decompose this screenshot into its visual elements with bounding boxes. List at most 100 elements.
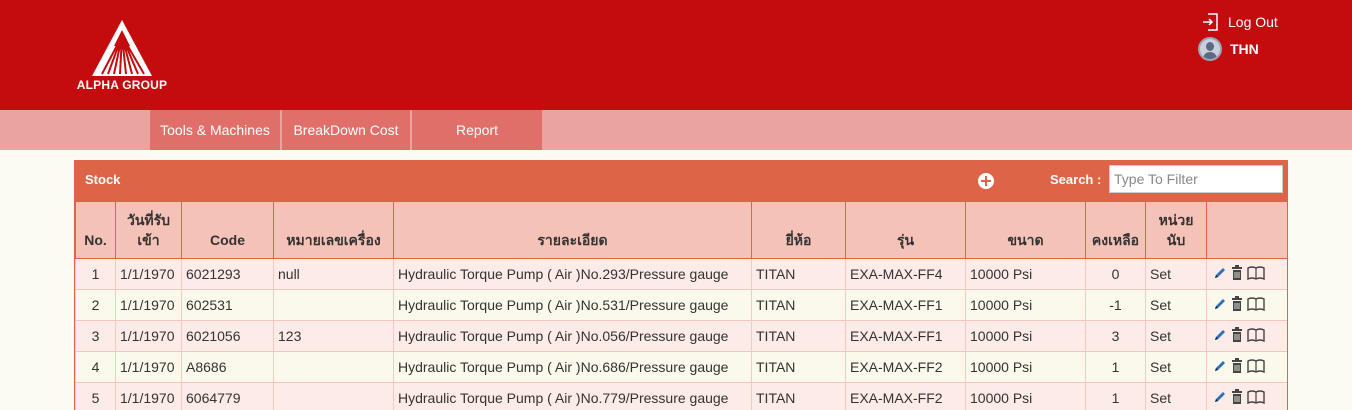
cell-no: 2 <box>75 289 116 321</box>
stock-panel: Stock Search : No. วันที่รับเข้า Code หม… <box>74 160 1288 410</box>
user-menu[interactable]: THN <box>1198 37 1259 61</box>
cell-model: EXA-MAX-FF4 <box>845 258 966 290</box>
panel-title: Stock <box>85 172 121 187</box>
nav-tools-machines[interactable]: Tools & Machines <box>150 110 280 150</box>
cell-model: EXA-MAX-FF2 <box>845 351 966 383</box>
edit-icon[interactable] <box>1213 297 1227 314</box>
cell-received-date: 1/1/1970 <box>115 351 182 383</box>
edit-icon[interactable] <box>1213 328 1227 345</box>
cell-code: 602531 <box>181 289 274 321</box>
cell-machine-number: 123 <box>273 320 394 352</box>
cell-unit: Set <box>1145 289 1207 321</box>
cell-brand: TITAN <box>751 320 846 352</box>
cell-description: Hydraulic Torque Pump ( Air )No.293/Pres… <box>393 258 752 290</box>
col-header-code[interactable]: Code <box>181 201 274 259</box>
panel-header: Stock Search : <box>75 160 1287 201</box>
col-header-no[interactable]: No. <box>75 201 116 259</box>
col-header-size[interactable]: ขนาด <box>965 201 1086 259</box>
avatar <box>1198 37 1222 61</box>
cell-actions <box>1206 320 1287 352</box>
table-row[interactable]: 3 1/1/1970 6021056 123 Hydraulic Torque Pump… <box>75 320 1287 352</box>
search-input[interactable] <box>1109 165 1283 193</box>
cell-remaining: 3 <box>1085 320 1146 352</box>
cell-machine-number <box>273 351 394 383</box>
cell-code: 6021056 <box>181 320 274 352</box>
cell-code: 6064779 <box>181 382 274 410</box>
delete-icon[interactable] <box>1230 357 1244 377</box>
cell-no: 4 <box>75 351 116 383</box>
cell-brand: TITAN <box>751 351 846 383</box>
cell-brand: TITAN <box>751 289 846 321</box>
stock-table: No. วันที่รับเข้า Code หมายเลขเครื่อง รา… <box>75 201 1287 410</box>
view-icon[interactable] <box>1247 327 1265 345</box>
cell-received-date: 1/1/1970 <box>115 320 182 352</box>
cell-machine-number: null <box>273 258 394 290</box>
search-label: Search : <box>1050 172 1102 187</box>
table-row[interactable]: 4 1/1/1970 A8686 Hydraulic Torque Pump ( Ai… <box>75 351 1287 383</box>
logo-icon <box>92 20 152 76</box>
cell-remaining: -1 <box>1085 289 1146 321</box>
cell-unit: Set <box>1145 351 1207 383</box>
nav-breakdown-cost[interactable]: BreakDown Cost <box>282 110 410 150</box>
table-row[interactable]: 2 1/1/1970 602531 Hydraulic Torque Pump ( A… <box>75 289 1287 321</box>
edit-icon[interactable] <box>1213 390 1227 407</box>
col-header-unit[interactable]: หน่วยนับ <box>1145 201 1207 259</box>
col-header-brand[interactable]: ยี่ห้อ <box>751 201 846 259</box>
cell-description: Hydraulic Torque Pump ( Air )No.531/Pres… <box>393 289 752 321</box>
cell-remaining: 1 <box>1085 351 1146 383</box>
cell-actions <box>1206 351 1287 383</box>
cell-size: 10000 Psi <box>965 351 1086 383</box>
cell-description: Hydraulic Torque Pump ( Air )No.779/Pres… <box>393 382 752 410</box>
delete-icon[interactable] <box>1230 388 1244 408</box>
user-name: THN <box>1230 41 1259 57</box>
cell-actions <box>1206 258 1287 290</box>
delete-icon[interactable] <box>1230 264 1244 284</box>
cell-description: Hydraulic Torque Pump ( Air )No.686/Pres… <box>393 351 752 383</box>
cell-model: EXA-MAX-FF1 <box>845 289 966 321</box>
col-header-received-date[interactable]: วันที่รับเข้า <box>115 201 182 259</box>
col-header-machine-number[interactable]: หมายเลขเครื่อง <box>273 201 394 259</box>
cell-no: 1 <box>75 258 116 290</box>
cell-remaining: 0 <box>1085 258 1146 290</box>
cell-brand: TITAN <box>751 382 846 410</box>
logout-link[interactable]: Log Out <box>1202 10 1278 34</box>
col-header-remaining[interactable]: คงเหลือ <box>1085 201 1146 259</box>
main-nav: Tools & Machines BreakDown Cost Report <box>0 110 1352 150</box>
edit-icon[interactable] <box>1213 266 1227 283</box>
add-icon[interactable] <box>978 173 994 189</box>
cell-model: EXA-MAX-FF2 <box>845 382 966 410</box>
view-icon[interactable] <box>1247 265 1265 283</box>
cell-size: 10000 Psi <box>965 382 1086 410</box>
cell-actions <box>1206 289 1287 321</box>
table-row[interactable]: 1 1/1/1970 6021293 null Hydraulic Torque Pum… <box>75 258 1287 290</box>
cell-size: 10000 Psi <box>965 258 1086 290</box>
col-header-model[interactable]: รุ่น <box>845 201 966 259</box>
cell-unit: Set <box>1145 320 1207 352</box>
cell-unit: Set <box>1145 382 1207 410</box>
col-header-actions <box>1206 201 1287 259</box>
delete-icon[interactable] <box>1230 326 1244 346</box>
cell-received-date: 1/1/1970 <box>115 258 182 290</box>
cell-unit: Set <box>1145 258 1207 290</box>
view-icon[interactable] <box>1247 296 1265 314</box>
table-row[interactable]: 5 1/1/1970 6064779 Hydraulic Torque Pump ( … <box>75 382 1287 410</box>
nav-report[interactable]: Report <box>412 110 542 150</box>
cell-size: 10000 Psi <box>965 289 1086 321</box>
cell-remaining: 1 <box>1085 382 1146 410</box>
cell-description: Hydraulic Torque Pump ( Air )No.056/Pres… <box>393 320 752 352</box>
logout-icon <box>1203 13 1218 31</box>
cell-model: EXA-MAX-FF1 <box>845 320 966 352</box>
cell-received-date: 1/1/1970 <box>115 289 182 321</box>
view-icon[interactable] <box>1247 389 1265 407</box>
delete-icon[interactable] <box>1230 295 1244 315</box>
cell-code: 6021293 <box>181 258 274 290</box>
cell-machine-number <box>273 289 394 321</box>
cell-no: 5 <box>75 382 116 410</box>
col-header-description[interactable]: รายละเอียด <box>393 201 752 259</box>
view-icon[interactable] <box>1247 358 1265 376</box>
alpha-group-logo[interactable]: ALPHA GROUP <box>66 18 178 94</box>
edit-icon[interactable] <box>1213 359 1227 376</box>
cell-received-date: 1/1/1970 <box>115 382 182 410</box>
table-header-row: No. วันที่รับเข้า Code หมายเลขเครื่อง รา… <box>75 201 1287 259</box>
cell-size: 10000 Psi <box>965 320 1086 352</box>
